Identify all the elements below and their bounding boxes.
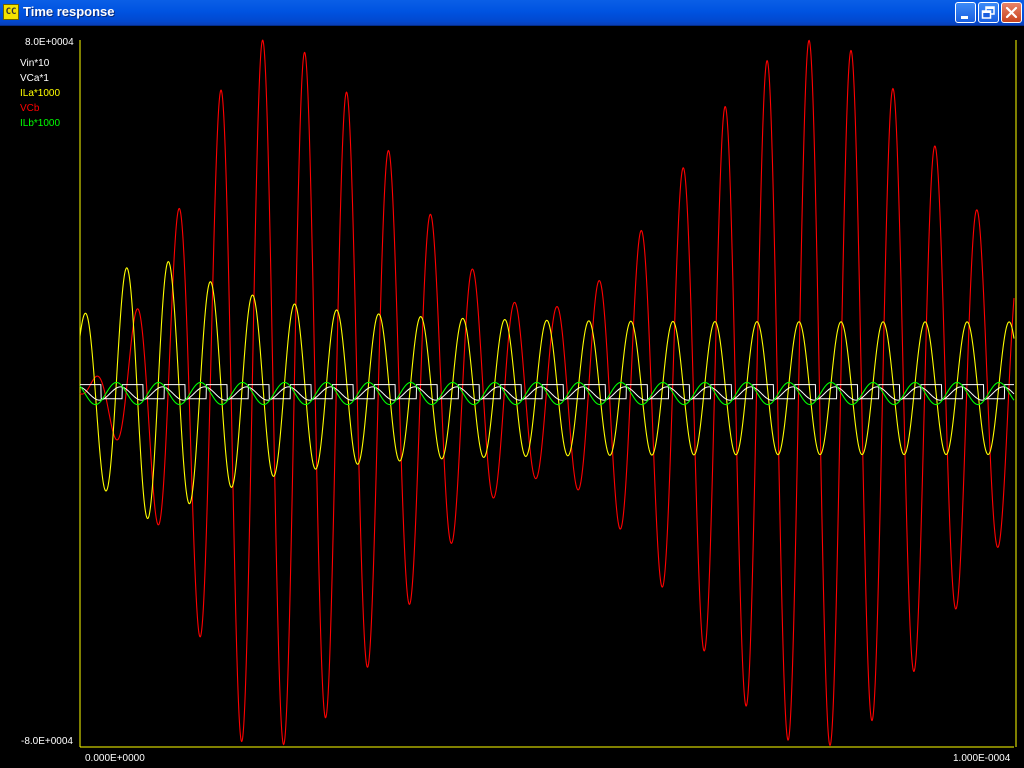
title-bar[interactable]: CC Time response (0, 0, 1024, 26)
legend-item: Vin*10 (20, 58, 50, 69)
legend-item: VCa*1 (20, 73, 49, 84)
restore-icon (981, 6, 995, 19)
window-title: Time response (23, 4, 115, 19)
legend-item: ILa*1000 (20, 88, 61, 99)
series-layer (79, 39, 1015, 747)
close-button[interactable] (1001, 2, 1022, 23)
minimize-icon (961, 16, 968, 19)
x-min-label: 0.000E+0000 (85, 753, 145, 764)
restore-button[interactable] (978, 2, 999, 23)
x-max-label: 1.000E-0004 (953, 753, 1011, 764)
legend: Vin*10 VCa*1 ILa*1000 VCb ILb*1000 (20, 56, 60, 131)
y-max-label: 8.0E+0004 (25, 37, 74, 48)
legend-item: ILb*1000 (20, 118, 61, 129)
legend-item: VCb (20, 103, 40, 114)
plot-area: 8.0E+0004 -8.0E+0004 0.000E+0000 1.000E-… (0, 26, 1024, 768)
minimize-button[interactable] (955, 2, 976, 23)
y-min-label: -8.0E+0004 (21, 736, 73, 747)
app-icon[interactable]: CC (3, 4, 19, 20)
time-response-chart (79, 39, 1017, 748)
close-icon (1005, 6, 1018, 19)
